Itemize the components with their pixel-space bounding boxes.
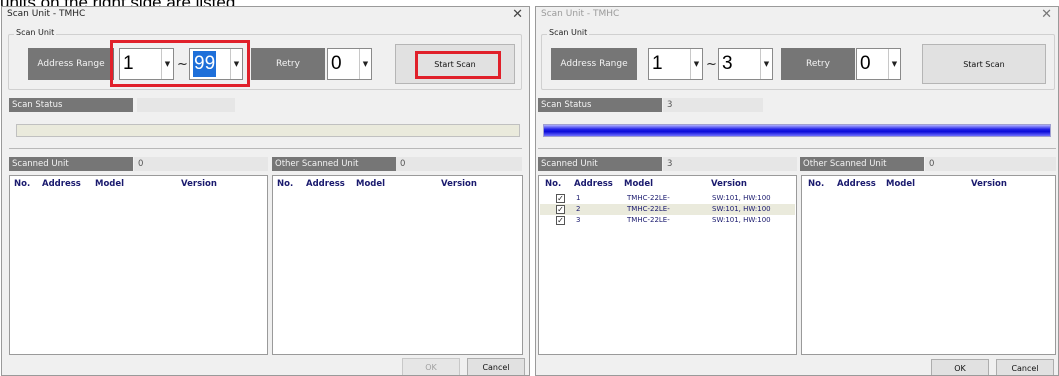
column-no[interactable]: No. [808, 179, 824, 189]
column-address[interactable]: Address [306, 179, 345, 189]
address-range-label: Address Range [551, 48, 637, 80]
table-row[interactable]: ✓ 2 TMHC-22LE- SW:101, HW:100 [540, 204, 795, 215]
group-label: Scan Unit [14, 28, 57, 37]
scan-unit-dialog-after: Scan Unit - TMHC ✕ Scan Unit Address Ran… [535, 6, 1059, 376]
close-icon[interactable]: ✕ [1041, 7, 1052, 22]
scan-progress-bar [543, 124, 1051, 137]
start-scan-button[interactable]: Start Scan [922, 44, 1046, 84]
retry-label: Retry [781, 48, 855, 80]
scanned-unit-list[interactable]: No. Address Model Version [9, 175, 268, 355]
column-no[interactable]: No. [14, 179, 30, 189]
chevron-down-icon[interactable]: ▼ [888, 49, 900, 79]
group-label: Scan Unit [547, 28, 590, 37]
column-model[interactable]: Model [356, 179, 385, 189]
row-version: SW:101, HW:100 [712, 205, 771, 213]
cancel-button[interactable]: Cancel [467, 358, 525, 375]
column-model[interactable]: Model [886, 179, 915, 189]
scanned-unit-count: 0 [134, 157, 268, 171]
column-address[interactable]: Address [42, 179, 81, 189]
divider [538, 148, 1056, 149]
progress-fill [544, 125, 1050, 136]
row-address: 1 [576, 194, 581, 202]
other-scanned-unit-count: 0 [925, 157, 1056, 171]
retry-select[interactable]: 0 ▼ [856, 48, 901, 80]
column-version[interactable]: Version [711, 179, 747, 189]
column-version[interactable]: Version [181, 179, 217, 189]
column-model[interactable]: Model [95, 179, 124, 189]
range-separator: ~ [706, 57, 717, 72]
column-model[interactable]: Model [624, 179, 653, 189]
other-scanned-unit-list[interactable]: No. Address Model Version [801, 175, 1056, 355]
row-model: TMHC-22LE- [627, 194, 670, 202]
scanned-unit-list[interactable]: No. Address Model Version ✓ 1 TMHC-22LE-… [538, 175, 797, 355]
retry-value: 0 [860, 53, 871, 74]
window-title: Scan Unit - TMHC [541, 9, 620, 19]
cancel-button[interactable]: Cancel [996, 359, 1054, 375]
row-version: SW:101, HW:100 [712, 216, 771, 224]
range-start-select[interactable]: 1 ▼ [648, 48, 703, 80]
column-version[interactable]: Version [971, 179, 1007, 189]
range-start-value: 1 [652, 53, 663, 74]
ok-button[interactable]: OK [931, 359, 989, 375]
scan-status-value: 3 [663, 98, 763, 112]
column-address[interactable]: Address [574, 179, 613, 189]
retry-value: 0 [331, 53, 342, 74]
checkbox-checked-icon[interactable]: ✓ [556, 216, 565, 225]
table-row[interactable]: ✓ 3 TMHC-22LE- SW:101, HW:100 [540, 215, 795, 226]
column-no[interactable]: No. [277, 179, 293, 189]
chevron-down-icon[interactable]: ▼ [690, 49, 702, 79]
scan-progress-bar [16, 124, 520, 137]
row-version: SW:101, HW:100 [712, 194, 771, 202]
row-address: 2 [576, 205, 581, 213]
table-row[interactable]: ✓ 1 TMHC-22LE- SW:101, HW:100 [540, 193, 795, 204]
column-address[interactable]: Address [837, 179, 876, 189]
retry-select[interactable]: 0 ▼ [327, 48, 372, 80]
row-model: TMHC-22LE- [627, 205, 670, 213]
scan-status-label: Scan Status [9, 98, 133, 112]
address-range-highlight [110, 40, 250, 87]
checkbox-checked-icon[interactable]: ✓ [556, 205, 565, 214]
scanned-unit-label: Scanned Unit [538, 157, 662, 171]
column-no[interactable]: No. [545, 179, 561, 189]
range-end-select[interactable]: 3 ▼ [718, 48, 773, 80]
chevron-down-icon[interactable]: ▼ [760, 49, 772, 79]
scan-unit-dialog-before: Scan Unit - TMHC ✕ Scan Unit Address Ran… [1, 6, 530, 376]
scan-status-value [137, 98, 235, 112]
close-icon[interactable]: ✕ [512, 7, 523, 22]
column-version[interactable]: Version [441, 179, 477, 189]
range-end-value: 3 [722, 53, 733, 74]
checkbox-checked-icon[interactable]: ✓ [556, 194, 565, 203]
chevron-down-icon[interactable]: ▼ [359, 49, 371, 79]
start-scan-highlight [415, 51, 501, 79]
window-title: Scan Unit - TMHC [7, 9, 86, 19]
retry-label: Retry [251, 48, 325, 80]
row-model: TMHC-22LE- [627, 216, 670, 224]
scanned-unit-label: Scanned Unit [9, 157, 133, 171]
ok-button[interactable]: OK [402, 358, 460, 375]
other-scanned-unit-list[interactable]: No. Address Model Version [272, 175, 523, 355]
address-range-label: Address Range [28, 48, 114, 80]
scanned-unit-count: 3 [663, 157, 797, 171]
other-scanned-unit-label: Other Scanned Unit [272, 157, 396, 171]
row-address: 3 [576, 216, 581, 224]
other-scanned-unit-label: Other Scanned Unit [800, 157, 924, 171]
other-scanned-unit-count: 0 [396, 157, 522, 171]
scan-status-label: Scan Status [538, 98, 662, 112]
divider [9, 148, 522, 149]
